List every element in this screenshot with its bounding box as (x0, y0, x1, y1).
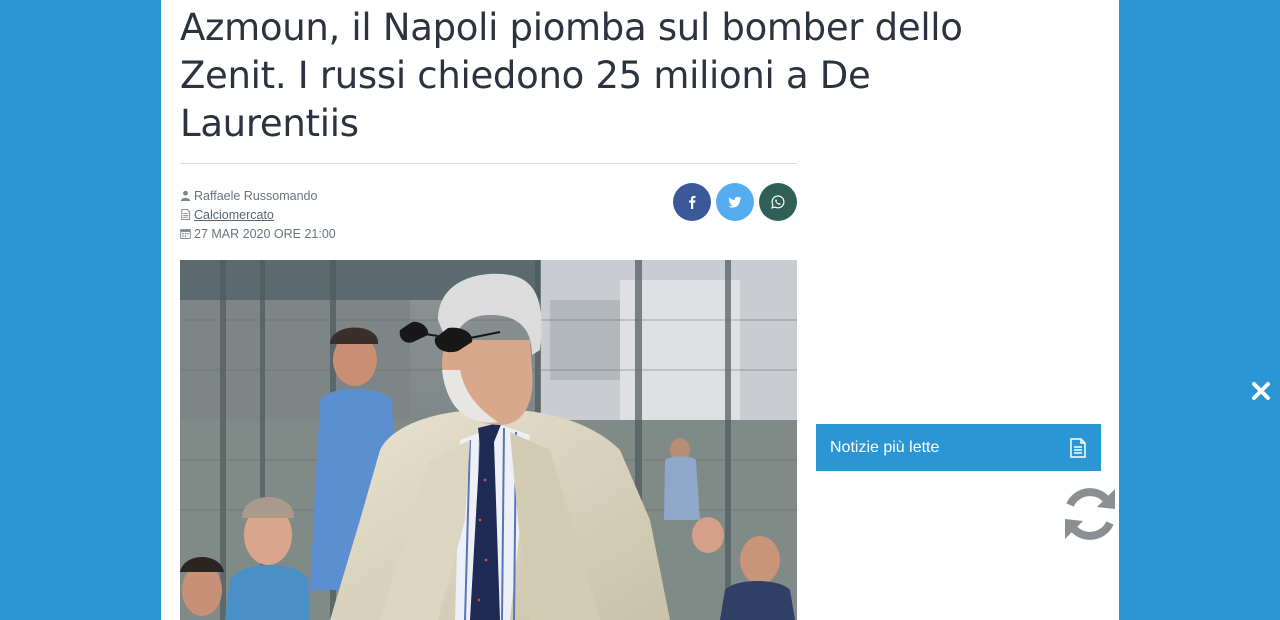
publish-date: 27 MAR 2020 ORE 21:00 (194, 226, 336, 241)
facebook-icon (689, 195, 696, 209)
article-hero-image (180, 260, 797, 620)
article-meta: Raffaele Russomando Calciomercato 27 MAR… (180, 186, 336, 243)
whatsapp-share-button[interactable] (759, 183, 797, 221)
most-read-widget-header[interactable]: Notizie più lette (816, 424, 1101, 471)
category-link[interactable]: Calciomercato (194, 208, 274, 222)
category-row: Calciomercato (180, 205, 336, 224)
user-icon (180, 190, 191, 201)
twitter-icon (728, 196, 742, 208)
close-icon[interactable] (1250, 380, 1272, 402)
title-divider (180, 163, 797, 164)
article-page: Azmoun, il Napoli piomba sul bomber dell… (161, 0, 1119, 620)
date-row: 27 MAR 2020 ORE 21:00 (180, 224, 336, 243)
calendar-icon (180, 229, 191, 239)
article-title: Azmoun, il Napoli piomba sul bomber dell… (180, 6, 963, 145)
most-read-label: Notizie più lette (830, 438, 940, 456)
document-icon (1070, 437, 1086, 458)
facebook-share-button[interactable] (673, 183, 711, 221)
document-icon (181, 209, 191, 220)
author-row: Raffaele Russomando (180, 186, 336, 205)
author-name: Raffaele Russomando (194, 188, 318, 203)
reload-icon (1065, 488, 1115, 540)
whatsapp-icon (771, 195, 785, 209)
twitter-share-button[interactable] (716, 183, 754, 221)
